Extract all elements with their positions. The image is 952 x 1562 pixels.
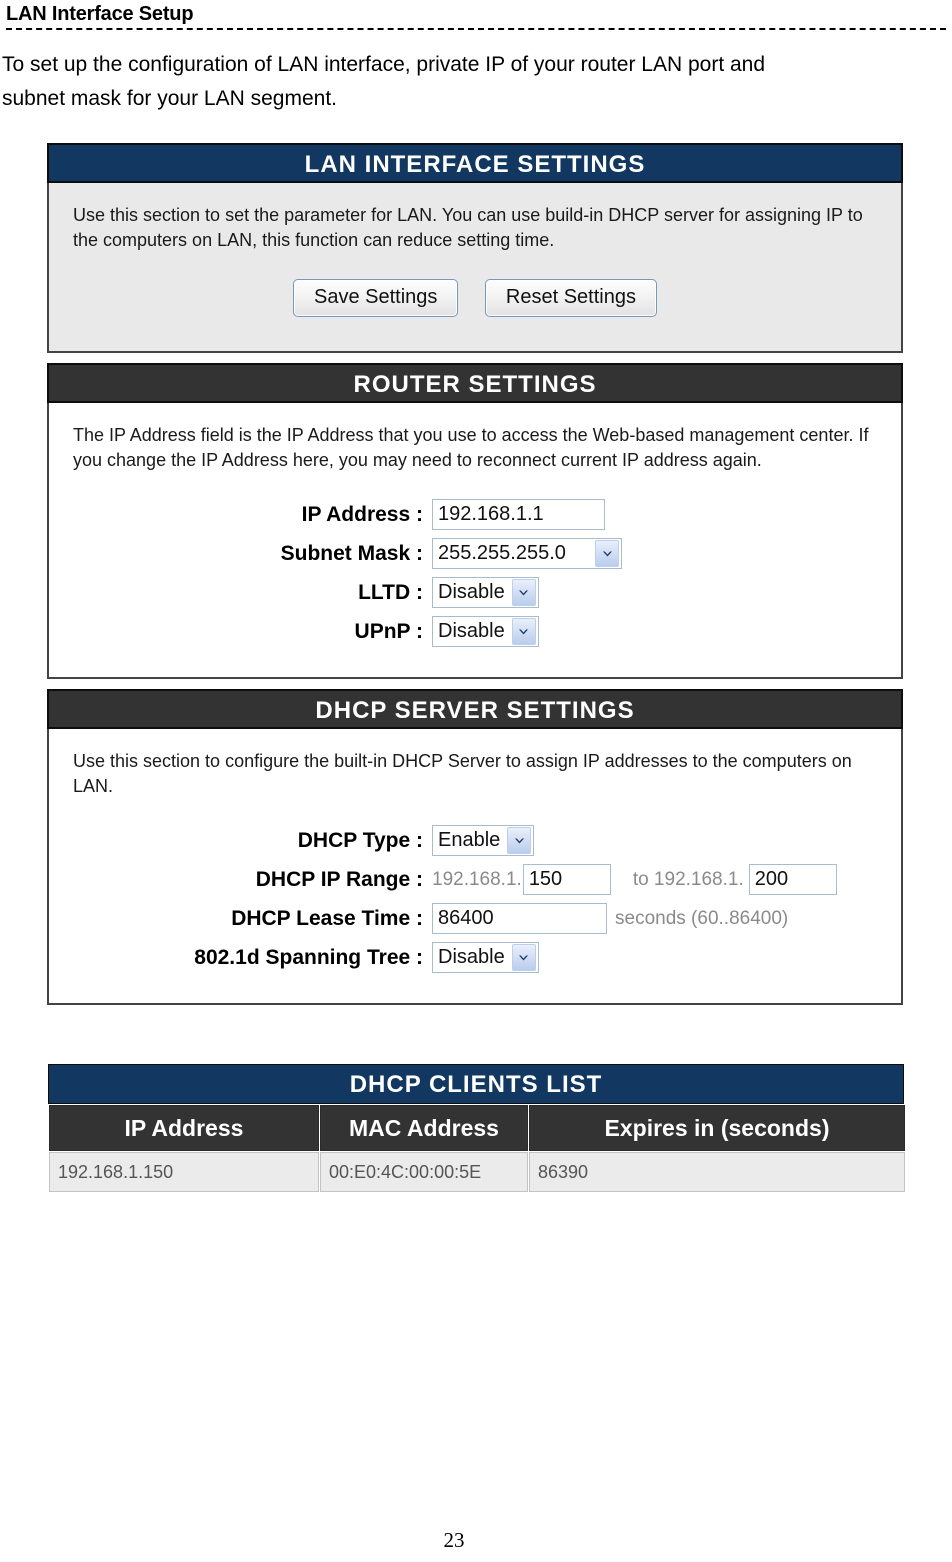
column-header-mac-address: MAC Address	[320, 1105, 528, 1151]
cell-ip-address: 192.168.1.150	[49, 1152, 319, 1192]
lan-interface-settings-title: LAN INTERFACE SETTINGS	[47, 143, 903, 183]
lltd-row: LLTD : Disable	[73, 577, 877, 608]
lltd-value: Disable	[438, 581, 505, 603]
upnp-row: UPnP : Disable	[73, 616, 877, 647]
table-header-row: IP Address MAC Address Expires in (secon…	[49, 1105, 905, 1151]
spanning-tree-label: 802.1d Spanning Tree :	[194, 945, 423, 969]
dhcp-range-end-input[interactable]	[748, 864, 837, 895]
dhcp-lease-time-row: DHCP Lease Time : seconds (60..86400)	[73, 903, 877, 934]
cell-mac-address: 00:E0:4C:00:00:5E	[320, 1152, 528, 1192]
dhcp-range-start-input[interactable]	[522, 864, 611, 895]
router-settings-panel: ROUTER SETTINGS The IP Address field is …	[47, 363, 903, 679]
ip-address-row: IP Address :	[73, 499, 877, 530]
reset-settings-button[interactable]: Reset Settings	[484, 279, 657, 317]
subnet-mask-value: 255.255.255.0	[438, 542, 566, 564]
dhcp-type-select[interactable]: Enable	[432, 825, 535, 856]
page-number: 23	[443, 1528, 465, 1552]
lan-settings-button-row: Save Settings Reset Settings	[73, 279, 877, 317]
intro-line-1: To set up the configuration of LAN inter…	[2, 53, 766, 76]
lan-interface-settings-body: Use this section to set the parameter fo…	[47, 183, 903, 353]
router-settings-title: ROUTER SETTINGS	[47, 363, 903, 403]
router-admin-screenshot: LAN INTERFACE SETTINGS Use this section …	[47, 143, 905, 1015]
lan-interface-settings-description: Use this section to set the parameter fo…	[73, 205, 863, 250]
lltd-label: LLTD :	[358, 580, 423, 604]
dhcp-clients-list-title: DHCP CLIENTS LIST	[48, 1064, 904, 1104]
cell-expires: 86390	[529, 1152, 905, 1192]
dhcp-range-separator: to 192.168.1.	[632, 868, 744, 890]
ip-address-label: IP Address :	[301, 502, 423, 526]
intro-paragraph: To set up the configuration of LAN inter…	[2, 48, 948, 116]
dhcp-ip-range-label: DHCP IP Range :	[255, 867, 423, 891]
upnp-label: UPnP :	[354, 619, 423, 643]
router-settings-body: The IP Address field is the IP Address t…	[47, 403, 903, 679]
chevron-down-icon	[511, 618, 536, 645]
lltd-select[interactable]: Disable	[432, 577, 539, 608]
header-divider	[6, 28, 946, 30]
lan-interface-settings-panel: LAN INTERFACE SETTINGS Use this section …	[47, 143, 903, 353]
subnet-mask-select[interactable]: 255.255.255.0	[432, 538, 622, 569]
spanning-tree-select[interactable]: Disable	[432, 942, 539, 973]
upnp-select[interactable]: Disable	[432, 616, 539, 647]
dhcp-clients-list-panel: DHCP CLIENTS LIST IP Address MAC Address…	[48, 1064, 906, 1193]
dhcp-server-settings-panel: DHCP SERVER SETTINGS Use this section to…	[47, 689, 903, 1005]
dhcp-type-row: DHCP Type : Enable	[73, 825, 877, 856]
dhcp-lease-time-input[interactable]	[432, 903, 607, 934]
document-header: LAN Interface Setup	[6, 0, 946, 30]
dhcp-server-settings-body: Use this section to configure the built-…	[47, 729, 903, 1005]
ip-address-input[interactable]	[432, 499, 605, 530]
dhcp-type-value: Enable	[438, 829, 501, 851]
chevron-down-icon	[595, 540, 619, 567]
dhcp-range-start-prefix: 192.168.1.	[432, 868, 522, 890]
chevron-down-icon	[511, 944, 536, 971]
page-title: LAN Interface Setup	[6, 3, 194, 25]
save-settings-button[interactable]: Save Settings	[293, 279, 459, 317]
intro-line-2: subnet mask for your LAN segment.	[2, 87, 337, 110]
upnp-value: Disable	[438, 620, 505, 642]
dhcp-lease-time-unit: seconds (60..86400)	[615, 907, 789, 929]
dhcp-type-label: DHCP Type :	[297, 828, 423, 852]
router-settings-description: The IP Address field is the IP Address t…	[73, 425, 869, 470]
dhcp-server-settings-description: Use this section to configure the built-…	[73, 751, 852, 796]
dhcp-clients-table: IP Address MAC Address Expires in (secon…	[48, 1104, 906, 1193]
chevron-down-icon	[511, 579, 536, 606]
spanning-tree-row: 802.1d Spanning Tree : Disable	[73, 942, 877, 973]
column-header-ip-address: IP Address	[49, 1105, 319, 1151]
subnet-mask-row: Subnet Mask : 255.255.255.0	[73, 538, 877, 569]
dhcp-server-settings-form: DHCP Type : Enable DHCP IP Range : 192.1…	[73, 825, 877, 973]
dhcp-ip-range-row: DHCP IP Range : 192.168.1. to 192.168.1.	[73, 864, 877, 895]
table-row: 192.168.1.150 00:E0:4C:00:00:5E 86390	[49, 1152, 905, 1192]
spanning-tree-value: Disable	[438, 946, 505, 968]
dhcp-lease-time-label: DHCP Lease Time :	[231, 906, 423, 930]
column-header-expires: Expires in (seconds)	[529, 1105, 905, 1151]
dhcp-server-settings-title: DHCP SERVER SETTINGS	[47, 689, 903, 729]
router-settings-form: IP Address : Subnet Mask : 255.255.255.0	[73, 499, 877, 647]
subnet-mask-label: Subnet Mask :	[280, 541, 423, 565]
chevron-down-icon	[507, 827, 532, 854]
